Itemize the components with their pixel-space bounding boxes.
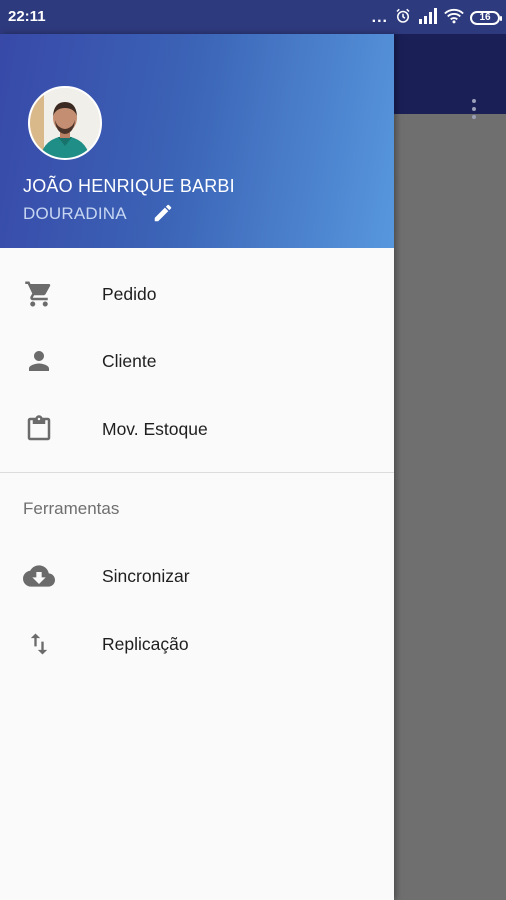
battery-icon: 16 — [470, 10, 502, 25]
divider — [0, 472, 394, 473]
alarm-icon — [394, 7, 412, 28]
menu-label: Pedido — [102, 283, 157, 304]
status-icons: ... 16 — [371, 7, 502, 28]
clipboard-icon — [22, 412, 56, 446]
menu-item-pedido[interactable]: Pedido — [0, 261, 394, 327]
navigation-drawer: JOÃO HENRIQUE BARBI DOURADINA Pedido Cli… — [0, 34, 394, 900]
menu-label: Replicação — [102, 633, 189, 654]
status-bar: 22:11 ... 16 — [0, 0, 506, 34]
user-city: DOURADINA — [23, 204, 127, 223]
cloud-download-icon — [22, 559, 56, 593]
pencil-icon[interactable] — [150, 200, 176, 226]
person-icon — [22, 344, 56, 378]
status-time: 22:11 — [8, 8, 46, 25]
swap-vertical-icon — [22, 627, 56, 661]
menu-item-sincronizar[interactable]: Sincronizar — [0, 543, 394, 609]
signal-icon — [418, 8, 438, 27]
wifi-icon — [444, 8, 464, 27]
notification-dots: ... — [371, 8, 388, 26]
user-name: JOÃO HENRIQUE BARBI — [23, 176, 235, 196]
avatar[interactable] — [28, 86, 102, 160]
menu-item-replicacao[interactable]: Replicação — [0, 611, 394, 677]
drawer-header: JOÃO HENRIQUE BARBI DOURADINA — [0, 34, 394, 248]
menu-item-cliente[interactable]: Cliente — [0, 328, 394, 394]
section-title-ferramentas: Ferramentas — [23, 499, 120, 518]
menu-item-mov-estoque[interactable]: Mov. Estoque — [0, 396, 394, 462]
cart-icon — [22, 277, 56, 311]
menu-label: Cliente — [102, 350, 157, 371]
menu-label: Mov. Estoque — [102, 418, 208, 439]
menu-label: Sincronizar — [102, 565, 190, 586]
more-vert-icon[interactable] — [462, 94, 486, 124]
